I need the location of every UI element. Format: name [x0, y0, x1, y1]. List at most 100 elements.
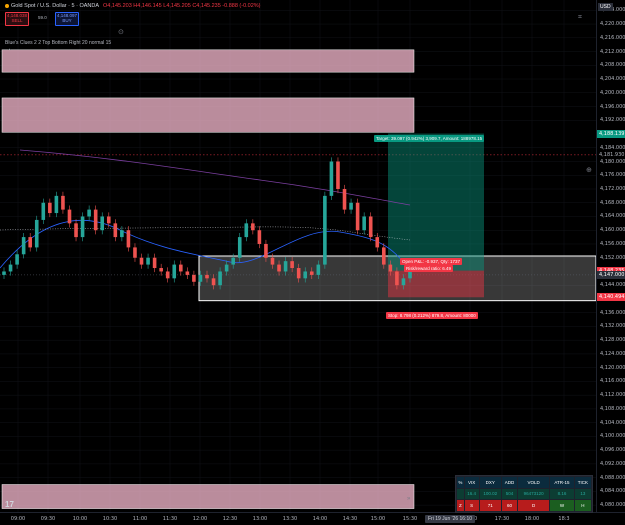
candle-body: [277, 264, 281, 272]
candle-body: [270, 257, 275, 265]
candle-body: [2, 271, 6, 275]
stats-cell: 8.16: [549, 487, 575, 501]
stats-cell: 60: [501, 499, 519, 512]
candle-body: [61, 195, 65, 210]
candle: [355, 198, 360, 235]
time-tick-label: 12:00: [192, 516, 208, 522]
candle: [80, 212, 85, 242]
stats-header: VIX: [463, 476, 480, 489]
time-tick-label: 09:30: [40, 516, 56, 522]
stats-header: VOLD: [517, 476, 551, 489]
candle-body: [237, 237, 242, 258]
price-tick-label: 4,132.000: [600, 323, 625, 330]
candle: [93, 205, 98, 235]
candle: [323, 191, 327, 269]
candle-body: [388, 264, 393, 272]
stats-header: DXY: [478, 476, 503, 489]
time-tick-label: 15:00: [370, 516, 386, 522]
time-tick-label: 09:00: [10, 516, 26, 522]
candle-body: [146, 257, 150, 265]
time-cursor-label: Fri 19 Jun '26 16:10: [425, 515, 476, 523]
candle-body: [165, 271, 170, 279]
price-tick-label: 4,128.000: [600, 337, 625, 344]
supply-zone: [1, 49, 415, 73]
candle-body: [100, 216, 105, 231]
price-tick-label: 4,084.000: [600, 488, 625, 495]
candle-body: [231, 257, 235, 265]
stats-cell: 71: [478, 499, 503, 512]
candle-body: [251, 223, 255, 231]
supply-zone: [1, 484, 415, 509]
price-tick-label: 4,088.000: [600, 474, 625, 481]
symbol-title: Gold Spot / U.S. Dollar · 5 · OANDA: [11, 3, 100, 9]
price-tick-label: 4,180.000: [600, 158, 625, 165]
price-tick-label: 4,160.000: [600, 227, 625, 234]
price-tick-label: 4,184.000: [600, 144, 625, 151]
stats-cell: D: [517, 499, 551, 512]
indicator-title[interactable]: Blue's Clues 2 2 Top Bottom Right 20 nor…: [5, 40, 111, 46]
scroll-to-realtime-icon[interactable]: »: [407, 496, 410, 502]
candle-body: [67, 209, 72, 224]
price-tick-label: 4,192.000: [600, 117, 625, 124]
stats-cell: H: [573, 499, 593, 512]
sell-button[interactable]: 4,148.038 SELL: [5, 12, 29, 26]
stats-header: %: [456, 476, 465, 489]
ohlc-values: O4,145.203 H4,146.145 L4,145.205 C4,145.…: [103, 3, 261, 9]
tradingview-logo[interactable]: 17: [5, 500, 14, 509]
candle: [237, 232, 242, 262]
price-tick-label: 4,200.000: [600, 89, 625, 96]
candle-body: [179, 264, 183, 272]
time-tick-label: 14:00: [312, 516, 328, 522]
candle-body: [408, 271, 412, 279]
currency-button[interactable]: USD: [598, 3, 613, 11]
price-tick-label: 4,136.000: [600, 309, 625, 316]
symbol-icon: [5, 3, 9, 8]
price-tick-label: 4,204.000: [600, 76, 625, 83]
candle-body: [21, 237, 26, 255]
price-tick-label: 4,216.000: [600, 34, 625, 41]
price-badge: 4,188.139: [597, 129, 625, 138]
candle-body: [316, 264, 321, 275]
open-pnl-label: Open P&L: -0.937, Qty: 1737: [400, 258, 463, 265]
collapse-chevron-icon[interactable]: ⌃: [7, 48, 12, 55]
price-tick-label: 4,100.000: [600, 433, 625, 440]
candle-body: [28, 237, 32, 248]
price-badge: 4,181.930: [597, 150, 625, 159]
price-chart[interactable]: [0, 0, 596, 512]
candle-body: [120, 230, 124, 238]
candle-body: [185, 271, 190, 275]
candle-body: [329, 161, 334, 196]
time-tick-label: 11:30: [162, 516, 178, 522]
candle-body: [133, 247, 137, 258]
candle-body: [224, 264, 229, 272]
buy-button[interactable]: 4,148.097 BUY: [55, 12, 79, 26]
price-tick-label: 4,164.000: [600, 213, 625, 220]
supply-zone: [1, 97, 415, 133]
candle-body: [15, 254, 19, 265]
stats-header: ATR-15: [549, 476, 575, 489]
time-tick-label: 18:00: [524, 516, 540, 522]
price-tick-label: 4,220.000: [600, 21, 625, 28]
candle-body: [198, 274, 203, 282]
price-tick-label: 4,080.000: [600, 502, 625, 509]
candle-body: [218, 271, 222, 286]
add-alert-icon[interactable]: ⊕: [586, 166, 592, 174]
price-tick-label: 4,124.000: [600, 350, 625, 357]
symbol-header[interactable]: Gold Spot / U.S. Dollar · 5 · OANDA O4,14…: [5, 3, 261, 9]
price-badge: 4,147.000: [597, 270, 625, 279]
screenshot-icon[interactable]: ⌗: [578, 14, 582, 22]
candle-body: [126, 230, 131, 248]
time-tick-label: 10:00: [72, 516, 88, 522]
candle-body: [74, 223, 78, 238]
candle-body: [349, 202, 353, 210]
eye-icon[interactable]: ⊙: [118, 28, 124, 36]
time-axis[interactable]: 18:318:0017:3017:0015:3015:0014:3014:001…: [0, 512, 625, 525]
candle: [34, 215, 39, 252]
price-tick-label: 4,116.000: [600, 378, 625, 385]
candle-body: [244, 223, 249, 238]
stats-cell: 96473120: [517, 487, 551, 501]
price-scale[interactable]: 4,224.0004,220.0004,216.0004,212.0004,20…: [596, 0, 625, 512]
candle-body: [192, 274, 196, 282]
candle-body: [205, 274, 209, 279]
candle-body: [290, 261, 294, 269]
